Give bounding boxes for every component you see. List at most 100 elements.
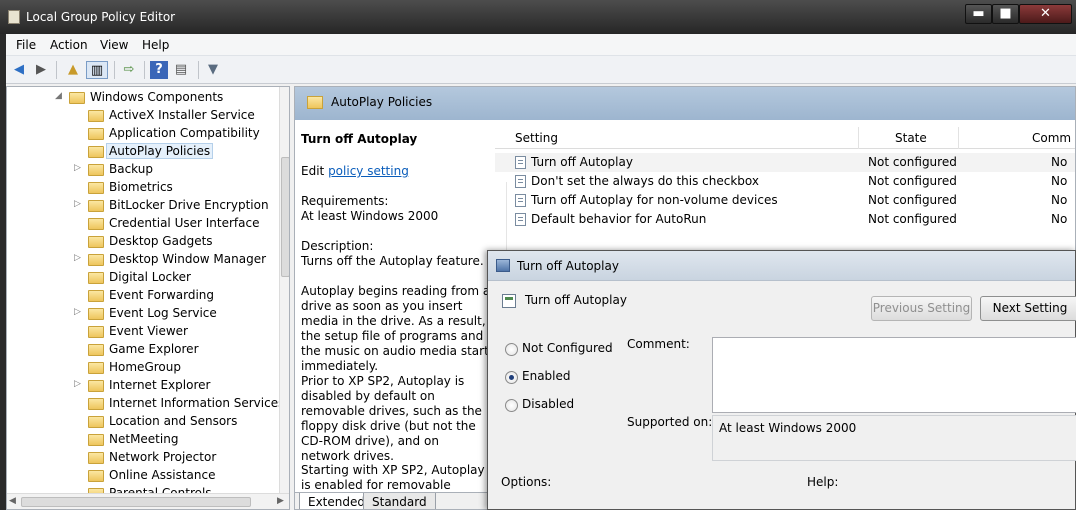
back-arrow-icon[interactable]: ◀	[10, 61, 28, 79]
desc-req-label: Requirements:	[301, 194, 389, 208]
tree-horizontal-scrollbar[interactable]: ◀ ▶	[7, 493, 289, 509]
tree-item[interactable]: Network Projector	[7, 449, 277, 467]
expand-arrow-icon[interactable]: ▷	[74, 163, 84, 173]
tree-hscroll-thumb[interactable]	[21, 497, 251, 507]
policy-setting-link[interactable]: policy setting	[328, 164, 409, 178]
tree-item[interactable]: Game Explorer	[7, 341, 277, 359]
tree-vertical-scrollbar[interactable]	[279, 87, 289, 493]
dialog-titlebar[interactable]: Turn off Autoplay	[488, 251, 1075, 281]
details-header-title: AutoPlay Policies	[331, 95, 433, 109]
policy-setting-icon	[515, 156, 526, 169]
radio-enabled[interactable]	[505, 371, 518, 384]
column-setting[interactable]: Setting	[515, 131, 558, 145]
properties-icon[interactable]: ▤	[172, 61, 190, 79]
menu-action[interactable]: Action	[50, 38, 88, 52]
cell-state: Not configured	[868, 155, 957, 169]
folder-icon	[88, 146, 104, 158]
tree-item-label: Application Compatibility	[109, 126, 260, 140]
window-titlebar[interactable]: Local Group Policy Editor ▬ ■ ✕	[0, 0, 1076, 34]
folder-icon	[88, 344, 104, 356]
up-folder-icon[interactable]: ▲	[64, 61, 82, 79]
tree-item[interactable]: AutoPlay Policies	[7, 143, 277, 161]
tree-item[interactable]: Location and Sensors	[7, 413, 277, 431]
list-row[interactable]: Turn off Autoplay for non-volume devices…	[495, 191, 1075, 210]
tree-item[interactable]: ▷ Desktop Window Manager	[7, 251, 277, 269]
radio-disabled-label[interactable]: Disabled	[522, 397, 574, 411]
tree-item[interactable]: Biometrics	[7, 179, 277, 197]
tree-item-label: HomeGroup	[109, 360, 181, 374]
supported-on-label: Supported on:	[627, 415, 713, 429]
tree-item[interactable]: Online Assistance	[7, 467, 277, 485]
tree-item[interactable]: Desktop Gadgets	[7, 233, 277, 251]
tree-item-label: Backup	[109, 162, 153, 176]
list-row[interactable]: Turn off Autoplay Not configured No	[495, 153, 1075, 172]
folder-icon	[88, 380, 104, 392]
maximize-button[interactable]: ■	[992, 4, 1019, 24]
folder-icon	[88, 164, 104, 176]
tree-item[interactable]: HomeGroup	[7, 359, 277, 377]
radio-enabled-label[interactable]: Enabled	[522, 369, 571, 383]
list-row[interactable]: Default behavior for AutoRun Not configur…	[495, 210, 1075, 229]
help-icon[interactable]: ?	[150, 61, 168, 79]
tree-item[interactable]: ◢ Windows Components	[7, 89, 277, 107]
tree-item[interactable]: Application Compatibility	[7, 125, 277, 143]
tree-item[interactable]: Event Viewer	[7, 323, 277, 341]
tree-item[interactable]: Credential User Interface	[7, 215, 277, 233]
expand-arrow-icon[interactable]: ▷	[74, 199, 84, 209]
tree-item[interactable]: ▷ BitLocker Drive Encryption	[7, 197, 277, 215]
column-state[interactable]: State	[895, 131, 927, 145]
folder-icon	[88, 416, 104, 428]
close-button[interactable]: ✕	[1019, 4, 1072, 24]
previous-setting-button[interactable]: Previous Setting	[871, 296, 972, 321]
show-hide-tree-icon[interactable]: ▥	[86, 61, 108, 79]
folder-icon	[88, 200, 104, 212]
folder-icon	[88, 218, 104, 230]
folder-icon	[88, 326, 104, 338]
folder-icon	[88, 254, 104, 266]
scroll-right-icon[interactable]: ▶	[277, 496, 284, 506]
radio-disabled[interactable]	[505, 399, 518, 412]
tree-item-label: Credential User Interface	[109, 216, 260, 230]
filter-icon[interactable]: ▼	[204, 61, 222, 79]
comment-label: Comment:	[627, 337, 690, 351]
next-setting-button[interactable]: Next Setting	[980, 296, 1076, 321]
tree-item[interactable]: Digital Locker	[7, 269, 277, 287]
column-separator[interactable]	[858, 127, 859, 149]
tab-standard[interactable]: Standard	[363, 493, 436, 509]
desc-para-2: Prior to XP SP2, Autoplay is disabled by…	[301, 374, 482, 463]
tree-item[interactable]: ActiveX Installer Service	[7, 107, 277, 125]
radio-not-configured[interactable]	[505, 343, 518, 356]
tree-item[interactable]: ▷ Backup	[7, 161, 277, 179]
menu-help[interactable]: Help	[142, 38, 169, 52]
cell-setting: Default behavior for AutoRun	[531, 212, 707, 226]
column-comment[interactable]: Comm	[1032, 131, 1071, 145]
menu-file[interactable]: File	[16, 38, 36, 52]
expand-arrow-icon[interactable]: ▷	[74, 307, 84, 317]
expand-arrow-icon[interactable]: ▷	[74, 253, 84, 263]
policy-setting-icon	[515, 175, 526, 188]
collapse-arrow-icon[interactable]: ◢	[55, 91, 65, 101]
toolbar-separator	[144, 61, 145, 79]
comment-textarea[interactable]	[712, 337, 1076, 413]
policy-setting-icon	[515, 194, 526, 207]
tree-item-label: Digital Locker	[109, 270, 191, 284]
list-row[interactable]: Don't set the always do this checkbox Not…	[495, 172, 1075, 191]
column-separator[interactable]	[958, 127, 959, 149]
radio-not-configured-label[interactable]: Not Configured	[522, 341, 613, 355]
tree-item[interactable]: NetMeeting	[7, 431, 277, 449]
tree-scroll-thumb[interactable]	[281, 157, 289, 277]
menu-view[interactable]: View	[100, 38, 128, 52]
expand-arrow-icon[interactable]: ▷	[74, 379, 84, 389]
options-label: Options:	[501, 475, 552, 489]
cell-state: Not configured	[868, 174, 957, 188]
export-list-icon[interactable]: ⇨	[120, 61, 138, 79]
minimize-button[interactable]: ▬	[965, 4, 992, 24]
details-header: AutoPlay Policies	[295, 87, 1075, 120]
tree-item[interactable]: Event Forwarding	[7, 287, 277, 305]
forward-arrow-icon[interactable]: ▶	[32, 61, 50, 79]
tree-item[interactable]: Internet Information Services	[7, 395, 284, 413]
tree-item[interactable]: ▷ Event Log Service	[7, 305, 277, 323]
tree-item-label: Game Explorer	[109, 342, 199, 356]
scroll-left-icon[interactable]: ◀	[9, 496, 16, 506]
tree-item[interactable]: ▷ Internet Explorer	[7, 377, 277, 395]
